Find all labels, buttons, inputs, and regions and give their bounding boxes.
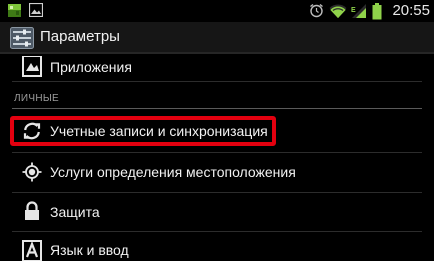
status-time: 20:55 (392, 2, 430, 19)
settings-item-apps[interactable]: Приложения (0, 55, 434, 96)
location-icon (22, 162, 42, 187)
wifi-icon (329, 4, 347, 23)
action-bar-divider (0, 52, 434, 54)
alarm-icon (309, 3, 324, 23)
settings-item-label: Приложения (50, 59, 132, 75)
settings-app-icon[interactable] (10, 27, 34, 54)
android-robot-icon (7, 3, 22, 23)
lock-icon (22, 201, 42, 226)
section-header-personal: ЛИЧНЫЕ (14, 93, 59, 104)
page-title: Параметры (40, 28, 120, 45)
highlight-frame (10, 116, 276, 146)
settings-item-language[interactable]: Язык и ввод (0, 231, 434, 261)
signal-icon: E (351, 3, 367, 24)
settings-item-label: Услуги определения местоположения (50, 164, 296, 180)
list-divider (12, 81, 422, 82)
image-icon (28, 2, 44, 22)
settings-item-location[interactable]: Услуги определения местоположения (0, 152, 434, 192)
settings-item-label: Язык и ввод (50, 242, 129, 258)
apps-icon (22, 55, 42, 83)
settings-item-label: Защита (50, 204, 100, 220)
language-icon (22, 240, 42, 261)
svg-text:E: E (351, 7, 356, 14)
status-bar (0, 0, 434, 22)
section-divider (12, 108, 422, 109)
settings-item-security[interactable]: Защита (0, 192, 434, 232)
screen: E 20:55 Параметры Приложения ЛИЧНЫЕ Учет… (0, 0, 434, 261)
